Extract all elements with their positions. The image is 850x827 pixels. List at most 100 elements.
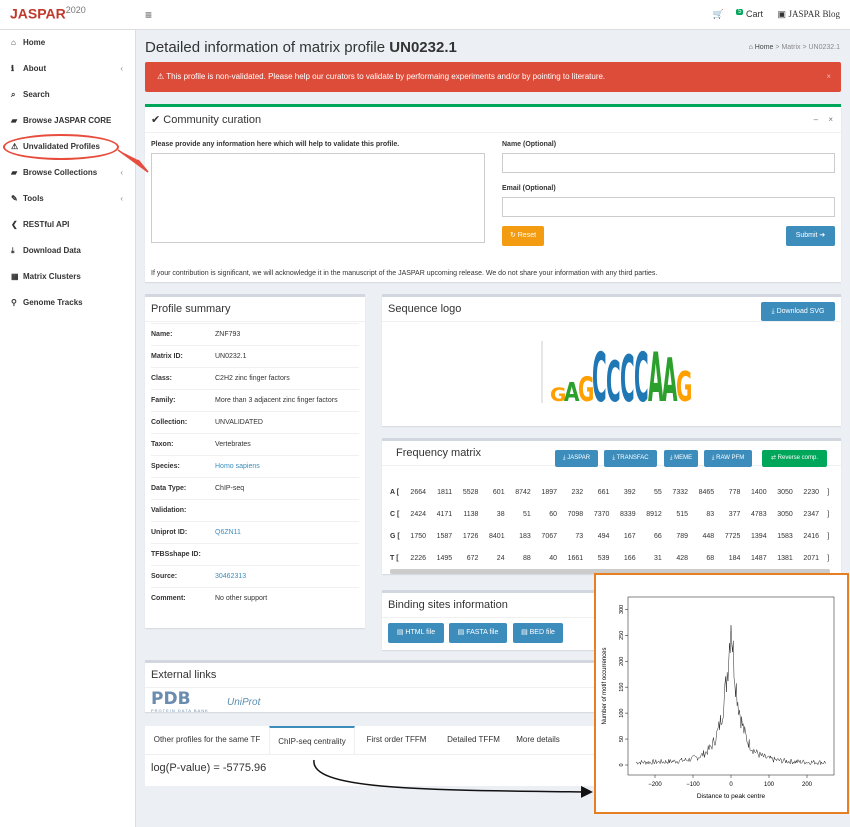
- summary-key: Species:: [151, 463, 180, 470]
- summary-value: UN0232.1: [215, 353, 247, 360]
- freq-cell: 428: [676, 555, 688, 562]
- summary-key: Matrix ID:: [151, 353, 183, 360]
- curation-prompt: Please provide any information here whic…: [151, 141, 400, 148]
- freq-cell: 448: [702, 533, 715, 540]
- menu-toggle-icon[interactable]: ≡: [145, 8, 152, 22]
- curation-note: If your contribution is significant, we …: [151, 270, 658, 277]
- sidebar-item-genome-tracks[interactable]: ⚲ Genome Tracks: [0, 290, 135, 316]
- freq-cell: 55: [654, 489, 662, 496]
- freq-cell: 1661: [567, 555, 584, 562]
- logo-text: JASPAR: [10, 5, 66, 22]
- freq-cell: 661: [597, 489, 610, 496]
- fasta-file-button[interactable]: ▤ FASTA file: [449, 623, 507, 643]
- reset-button[interactable]: ↻ Reset: [502, 226, 544, 246]
- sidebar-item-download-data[interactable]: ⤓ Download Data: [0, 238, 135, 264]
- top-nav: 🛒 5 Cart ▣ JASPAR Blog: [701, 9, 840, 20]
- summary-value: UNVALIDATED: [215, 419, 263, 426]
- tab-detailed-tffm[interactable]: Detailed TFFM: [438, 726, 509, 754]
- download-raw-pfm-button[interactable]: ⤓ RAW PFM: [704, 450, 752, 467]
- freq-end: ]: [827, 511, 830, 518]
- highlight-annotation-oval: [3, 134, 119, 160]
- html-file-button[interactable]: ▤ HTML file: [388, 623, 444, 643]
- cart-link[interactable]: 🛒 5 Cart: [713, 9, 763, 19]
- summary-value[interactable]: 30462313: [215, 566, 246, 588]
- download-meme-button[interactable]: ⤓ MEME: [664, 450, 698, 467]
- pdb-logo[interactable]: PDB PROTEIN DATA BANK: [151, 691, 209, 714]
- y-tick-label: 300: [619, 605, 625, 614]
- x-tick-label: 0: [729, 782, 733, 788]
- tab-chip-seq-centrality[interactable]: ChIP-seq centrality: [269, 726, 355, 754]
- download-icon: ⤓: [11, 246, 15, 255]
- freq-cell: 8465: [698, 489, 715, 496]
- tab-first-order-tffm[interactable]: First order TFFM: [355, 726, 438, 754]
- download-svg-label: Download SVG: [776, 308, 825, 315]
- download-svg-button[interactable]: ⤓ Download SVG: [761, 302, 835, 321]
- freq-cell: 778: [728, 489, 741, 496]
- download-jaspar-button[interactable]: ⤓ JASPAR: [555, 450, 598, 467]
- sidebar-item-about[interactable]: ℹ About ‹: [0, 56, 135, 82]
- summary-key: Name:: [151, 331, 173, 338]
- collapse-icon[interactable]: –: [814, 115, 818, 124]
- summary-key: Class:: [151, 375, 173, 382]
- home-icon: ⌂: [11, 38, 16, 47]
- freq-cell: 7725: [724, 533, 741, 540]
- sidebar-item-search[interactable]: ⌕ Search: [0, 82, 135, 108]
- binding-button-label: FASTA file: [466, 629, 499, 636]
- sidebar-item-home[interactable]: ⌂ Home: [0, 30, 135, 56]
- freq-cell: 1811: [437, 489, 453, 496]
- detail-tabs: Other profiles for the same TF ChIP-seq c…: [145, 726, 605, 786]
- tab-other-profiles-for-the-same-tf[interactable]: Other profiles for the same TF: [145, 726, 269, 754]
- logo-letter: G: [676, 363, 692, 411]
- binding-sites-box: Binding sites information ▤ HTML file ▤ F…: [382, 590, 597, 650]
- summary-value: No other support: [215, 595, 268, 602]
- summary-value[interactable]: Homo sapiens: [215, 456, 260, 478]
- summary-key: Comment:: [151, 595, 186, 602]
- breadcrumb-home[interactable]: Home: [755, 44, 774, 51]
- close-icon[interactable]: ×: [828, 115, 833, 124]
- blog-link[interactable]: ▣ JASPAR Blog: [778, 9, 840, 19]
- bed-file-button[interactable]: ▤ BED file: [513, 623, 563, 643]
- sidebar-item-matrix-clusters[interactable]: ▦ Matrix Clusters: [0, 264, 135, 290]
- folder-icon: ▰: [11, 168, 18, 177]
- sidebar-item-label: Download Data: [23, 246, 81, 255]
- sidebar-item-browse-collections[interactable]: ▰ Browse Collections ‹: [0, 160, 135, 186]
- sidebar-item-label: Browse Collections: [23, 168, 98, 177]
- freq-cell: 4171: [436, 511, 453, 518]
- freq-cell: 7098: [567, 511, 584, 518]
- download-reverse-comp--button[interactable]: ⇄ Reverse comp.: [762, 450, 827, 467]
- freq-cell: 2230: [803, 489, 819, 496]
- download-transfac-button[interactable]: ⤓ TRANSFAC: [604, 450, 657, 467]
- uniprot-logo[interactable]: UniProt: [227, 697, 260, 708]
- freq-cell: 2424: [410, 511, 426, 518]
- non-validated-alert: ⚠ This profile is non-validated. Please …: [145, 62, 841, 92]
- freq-cell: 8742: [515, 489, 531, 496]
- name-input[interactable]: [502, 153, 835, 173]
- freq-cell: 539: [597, 555, 610, 562]
- sidebar-item-browse-jaspar-core[interactable]: ▰ Browse JASPAR CORE: [0, 108, 135, 134]
- jaspar-logo[interactable]: JASPAR2020: [10, 5, 86, 22]
- freq-cell: 60: [549, 511, 557, 518]
- tab-more-details[interactable]: More details: [509, 726, 567, 754]
- freq-cell: 1750: [410, 533, 426, 540]
- submit-button[interactable]: Submit ➔: [786, 226, 835, 246]
- search-icon: ⌕: [11, 90, 16, 99]
- sidebar-item-tools[interactable]: ✎ Tools ‹: [0, 186, 135, 212]
- curation-textarea[interactable]: [151, 153, 485, 243]
- freq-cell: 38: [496, 511, 505, 518]
- email-input[interactable]: [502, 197, 835, 217]
- alert-close-icon[interactable]: ×: [826, 62, 831, 92]
- freq-button-label: Reverse comp.: [777, 455, 819, 461]
- summary-value[interactable]: Q6ZN11: [215, 522, 241, 544]
- freq-cell: 51: [523, 511, 531, 518]
- summary-key: Source:: [151, 573, 178, 580]
- summary-value: C2H2 zinc finger factors: [215, 375, 290, 382]
- external-title: External links: [145, 663, 615, 688]
- logo-letter: C: [634, 339, 649, 413]
- sidebar-item-label: Home: [23, 38, 46, 47]
- y-tick-label: 100: [619, 709, 625, 718]
- freq-cell: 8912: [646, 511, 662, 518]
- email-label: Email (Optional): [502, 185, 556, 192]
- sidebar-item-restful-api[interactable]: ❮ RESTful API: [0, 212, 135, 238]
- chevron-left-icon: ‹: [120, 194, 123, 203]
- freq-cell: 5528: [462, 489, 479, 496]
